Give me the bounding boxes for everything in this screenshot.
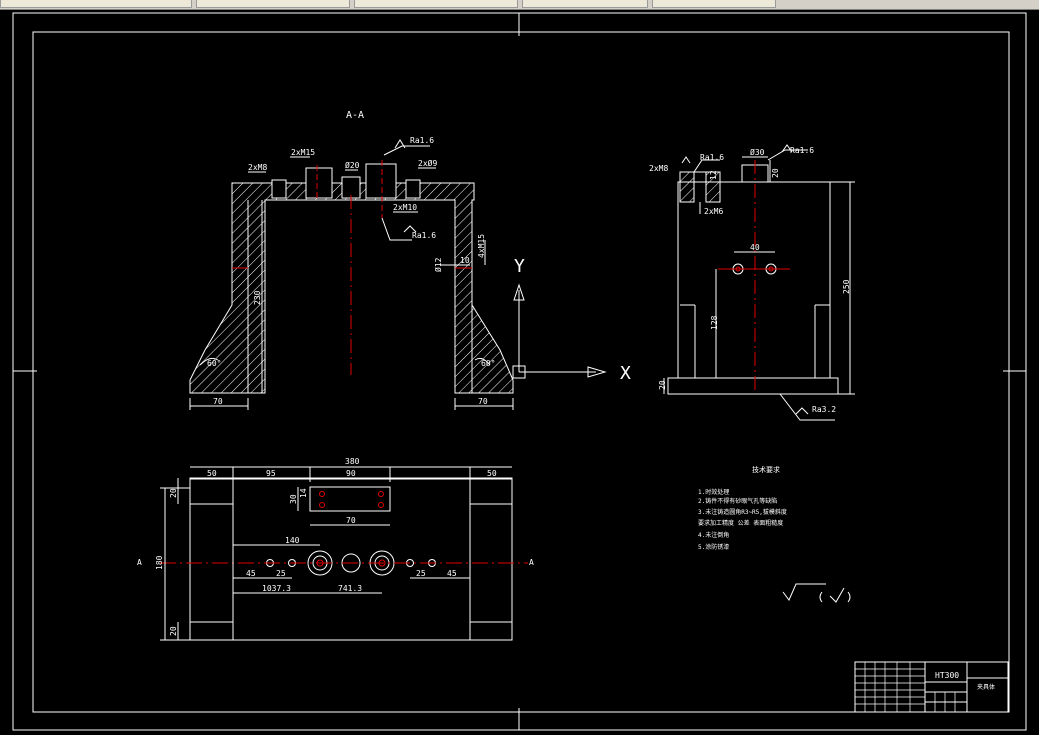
notes-title: 技术要求 [752,465,780,474]
toolbar-slot[interactable] [0,0,192,8]
axis-x-label: X [620,363,631,384]
label-dia20: Ø20 [345,160,360,170]
toolbar-slot[interactable] [522,0,648,8]
side-label-roughness-base: Ra3.2 [812,405,836,414]
plan-label-d14: 14 [299,488,308,498]
label-dia12: Ø12 [433,257,443,272]
label-angle-right: 60° [481,359,495,368]
plan-view: 380 50 95 90 50 20 30 14 70 140 180 A A … [137,457,534,641]
side-label-dia30: Ø30 [750,147,765,157]
label-holes-m10: 2xM10 [393,203,417,212]
ucs-axis-icon: Y X [512,256,631,384]
label-depth15: 4xM15 [477,234,486,258]
plan-label-d50-left: 50 [207,469,217,478]
section-view-a-a: A-A 2xM8 2xM15 Ø20 Ra1.6 2xØ9 2xM10 Ra1.… [189,110,514,410]
side-label-dim20-top: 20 [771,168,780,178]
plan-label-d1037: 1037.3 [262,584,291,593]
label-dim10: 10 [460,256,470,265]
side-label-height250: 250 [842,279,851,294]
label-roughness-2: Ra1.6 [412,231,436,240]
toolbar-slot[interactable] [354,0,518,8]
plan-label-d50-right: 50 [487,469,497,478]
side-view: 2xM8 Ra1.6 Ø30 Ra1.6 20 12 2xM6 40 250 1… [649,144,855,421]
side-label-roughness-2: Ra1.6 [790,146,814,155]
label-base-right: 70 [478,397,488,406]
plan-label-d95: 95 [266,469,276,478]
label-holes-9: 2xØ9 [418,158,437,168]
side-label-spacing40: 40 [750,243,760,252]
plan-label-section-left: A [137,558,142,567]
plan-label-d45-left: 45 [246,569,256,578]
plan-label-d45-right: 45 [447,569,457,578]
plan-label-height180: 180 [155,555,164,570]
notes-item: 要求加工精度 公差 表面粗糙度 [698,519,783,527]
technical-notes: 技术要求 1.时效处理 2.铸件不得有砂眼气孔等缺陷 3.未注铸造圆角R3~R5… [698,465,787,551]
side-label-roughness-1: Ra1.6 [700,153,724,162]
plan-label-d90: 90 [346,469,356,478]
side-label-holes-m6: 2xM6 [704,207,723,216]
section-title: A-A [346,110,364,121]
plan-label-d70: 70 [346,516,356,525]
plan-label-d20-top: 20 [169,488,178,498]
plan-label-d25-right: 25 [416,569,426,578]
title-block-material: HT300 [935,671,959,680]
notes-item: 4.未注倒角 [698,531,729,539]
plan-label-d30: 30 [289,494,298,504]
label-height230: 230 [253,290,262,305]
side-label-height128: 128 [710,315,719,330]
notes-item: 1.时效处理 [698,488,729,496]
notes-item: 5.涂防锈漆 [698,543,729,551]
plan-label-total380: 380 [345,457,360,466]
plan-label-section-right: A [529,558,534,567]
plan-label-d741: 741.3 [338,584,362,593]
title-block: HT300 夹具体 [854,661,1009,713]
plan-label-d140: 140 [285,536,300,545]
toolbar-slot[interactable] [652,0,776,8]
label-base-left: 70 [213,397,223,406]
label-holes-m8: 2xM8 [248,163,267,172]
cad-drawing-canvas[interactable]: A-A 2xM8 2xM15 Ø20 Ra1.6 2xØ9 2xM10 Ra1.… [0,10,1039,735]
roughness-symbol [782,583,851,603]
plan-label-d25-left: 25 [276,569,286,578]
plan-label-d20-bottom: 20 [169,626,178,636]
label-angle-left: 60° [207,359,221,368]
label-holes-m15: 2xM15 [291,148,315,157]
axis-y-label: Y [514,256,525,277]
notes-item: 2.铸件不得有砂眼气孔等缺陷 [698,497,777,505]
title-block-part-name: 夹具体 [977,683,995,691]
toolbar [0,0,1039,10]
label-roughness-1: Ra1.6 [410,136,434,145]
side-label-base20: 20 [658,380,667,390]
side-label-holes-m8: 2xM8 [649,164,668,173]
notes-item: 3.未注铸造圆角R3~R5,拔模斜度 [698,508,787,516]
side-label-dim-small: 12 [709,170,718,180]
toolbar-slot[interactable] [196,0,350,8]
